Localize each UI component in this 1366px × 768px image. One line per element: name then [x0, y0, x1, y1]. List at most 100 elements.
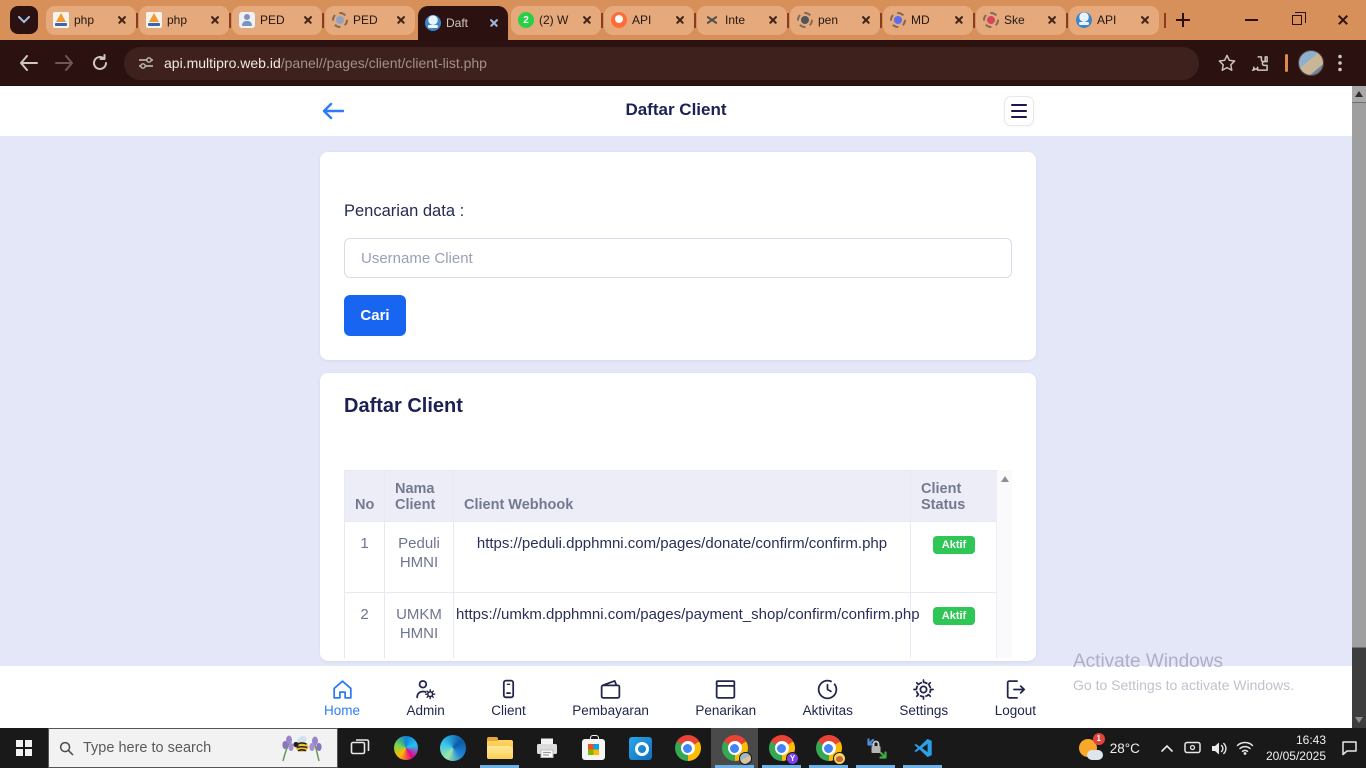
lock-transfer-icon	[866, 738, 887, 759]
search-card: Pencarian data : Cari	[320, 152, 1036, 360]
restore-button[interactable]	[1274, 0, 1320, 40]
minimize-button[interactable]	[1228, 0, 1274, 40]
browser-tab-chatgpt[interactable]: Inte	[694, 5, 787, 35]
site-info-icon	[139, 57, 153, 69]
action-center-button[interactable]	[1336, 728, 1362, 768]
browser-tab-ske-loading[interactable]: Ske	[973, 5, 1066, 35]
tab-close-icon[interactable]	[208, 13, 222, 27]
tab-close-icon[interactable]	[301, 13, 315, 27]
username-client-input[interactable]	[344, 238, 1012, 278]
clock-time: 16:43	[1295, 732, 1326, 747]
taskbar-printer-button[interactable]	[523, 728, 570, 768]
search-label: Pencarian data :	[344, 202, 465, 220]
browser-tab-phpmyadmin[interactable]: php	[46, 5, 136, 35]
taskbar-clock[interactable]: 16:43 20/05/2025	[1266, 732, 1326, 764]
tab-close-icon[interactable]	[766, 13, 780, 27]
gear-icon	[913, 678, 935, 700]
pinned-extension-icon[interactable]	[1285, 54, 1288, 72]
bookmark-star-button[interactable]	[1211, 47, 1243, 79]
browser-reload-button[interactable]	[82, 45, 118, 81]
tab-search-button[interactable]	[10, 6, 38, 34]
card-title: Daftar Client	[344, 395, 463, 417]
wallet-icon	[600, 679, 621, 699]
address-bar[interactable]: api.multipro.web.id/panel//pages/client/…	[124, 46, 1199, 80]
browser-tab-md-loading[interactable]: MD	[880, 5, 973, 35]
browser-menu-button[interactable]	[1324, 47, 1356, 79]
tab-close-icon[interactable]	[859, 13, 873, 27]
page-menu-button[interactable]	[1004, 96, 1034, 126]
browser-tab-peduli-loading[interactable]: PED	[322, 5, 415, 35]
nav-item-client[interactable]: Client	[491, 677, 526, 718]
taskbar-chrome-button[interactable]	[664, 728, 711, 768]
tab-close-icon[interactable]	[580, 13, 594, 27]
browser-tab-api-postman[interactable]: API	[601, 5, 694, 35]
taskbar-vscode-button[interactable]	[899, 728, 946, 768]
puzzle-icon	[1251, 55, 1268, 71]
chevron-down-icon	[18, 16, 30, 24]
tray-wifi-button[interactable]	[1232, 728, 1258, 768]
tab-list: php php PED PED Daft 2 (2) W API Inte pe…	[46, 0, 1162, 40]
page-header: Daftar Client	[0, 86, 1352, 136]
taskbar-outlook-button[interactable]	[617, 728, 664, 768]
browser-scrollbar[interactable]	[1352, 86, 1366, 728]
extensions-button[interactable]	[1243, 47, 1275, 79]
task-view-button[interactable]	[338, 728, 382, 768]
tray-volume-button[interactable]	[1206, 728, 1232, 768]
browser-tab-daftar-client-active[interactable]: Daft	[418, 6, 508, 40]
close-icon	[1336, 13, 1350, 27]
search-icon	[59, 741, 74, 755]
taskbar-chrome-profile3-button[interactable]	[805, 728, 852, 768]
tab-close-icon[interactable]	[487, 16, 501, 30]
taskbar-copilot-button[interactable]	[382, 728, 429, 768]
tab-close-icon[interactable]	[394, 13, 408, 27]
browser-tab-api-multipro[interactable]: API	[1066, 5, 1159, 35]
star-icon	[1218, 54, 1236, 71]
browser-tab-strip: php php PED PED Daft 2 (2) W API Inte pe…	[0, 0, 1366, 40]
client-list-card: Daftar Client No Nama Client Client Webh…	[320, 373, 1036, 661]
nav-item-logout[interactable]: Logout	[995, 677, 1036, 718]
restore-icon	[1292, 12, 1306, 25]
browser-tab-peduli[interactable]: PED	[229, 5, 322, 35]
new-tab-button[interactable]	[1164, 5, 1198, 35]
profile-avatar[interactable]	[1298, 50, 1324, 76]
browser-forward-button[interactable]	[46, 45, 82, 81]
tab-close-icon[interactable]	[1138, 13, 1152, 27]
taskbar-store-button[interactable]	[570, 728, 617, 768]
tray-display-button[interactable]	[1180, 728, 1206, 768]
scroll-up-arrow[interactable]	[1352, 86, 1366, 102]
taskbar-search-box[interactable]: Type here to search	[48, 728, 338, 768]
browser-tab-whatsapp[interactable]: 2 (2) W	[511, 5, 601, 35]
nav-item-aktivitas[interactable]: Aktivitas	[803, 677, 853, 718]
nav-item-home[interactable]: Home	[324, 677, 360, 718]
cari-button[interactable]: Cari	[344, 295, 406, 336]
tab-close-icon[interactable]	[115, 13, 129, 27]
wifi-icon	[1236, 741, 1254, 755]
taskbar-secure-transfer-button[interactable]	[852, 728, 899, 768]
table-scrollbar[interactable]	[996, 470, 1012, 658]
taskbar-chrome-active-button[interactable]	[711, 728, 758, 768]
nav-item-admin[interactable]: Admin	[407, 677, 445, 718]
nav-item-penarikan[interactable]: Penarikan	[695, 677, 756, 718]
scrollbar-thumb[interactable]	[1352, 102, 1366, 648]
windows-taskbar: Type here to search Y 1 28°C 16:43 20/05…	[0, 728, 1366, 768]
tab-close-icon[interactable]	[673, 13, 687, 27]
outlook-icon	[629, 736, 652, 760]
browser-tab-phpmyadmin-2[interactable]: php	[136, 5, 229, 35]
tray-overflow-button[interactable]	[1154, 728, 1180, 768]
taskbar-file-explorer-button[interactable]	[476, 728, 523, 768]
tab-close-icon[interactable]	[952, 13, 966, 27]
browser-back-button[interactable]	[10, 45, 46, 81]
nav-item-pembayaran[interactable]: Pembayaran	[572, 677, 649, 718]
close-window-button[interactable]	[1320, 0, 1366, 40]
openai-favicon	[704, 12, 720, 28]
col-client-webhook: Client Webhook	[453, 470, 911, 522]
weather-widget[interactable]: 1 28°C	[1078, 732, 1140, 761]
taskbar-chrome-profile2-button[interactable]: Y	[758, 728, 805, 768]
taskbar-edge-button[interactable]	[429, 728, 476, 768]
browser-tab-pen-loading[interactable]: pen	[787, 5, 880, 35]
start-button[interactable]	[0, 728, 48, 768]
copilot-icon	[393, 736, 418, 760]
nav-item-settings[interactable]: Settings	[899, 677, 948, 718]
tab-close-icon[interactable]	[1045, 13, 1059, 27]
scroll-down-arrow[interactable]	[1352, 712, 1366, 728]
